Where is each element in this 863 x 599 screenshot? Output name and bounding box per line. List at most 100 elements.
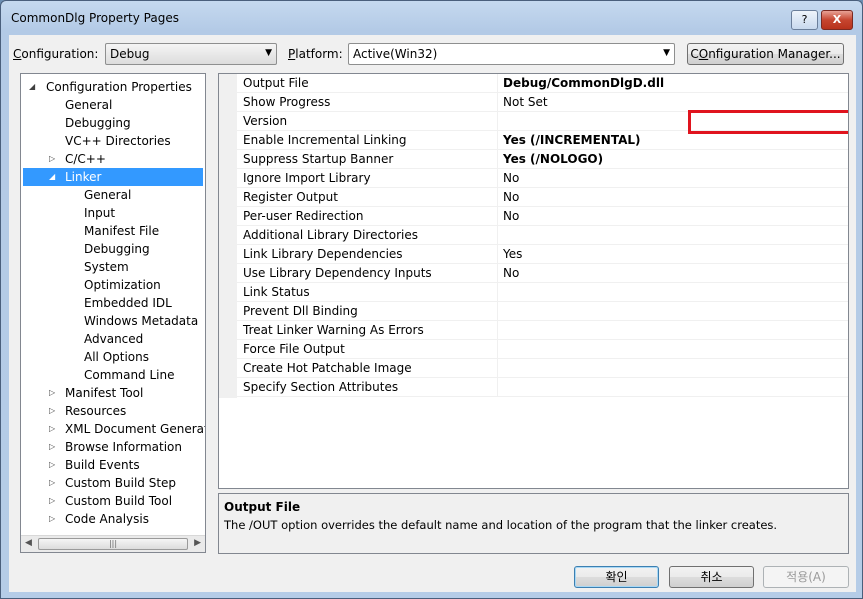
tree-item-label: Advanced [84, 332, 144, 346]
property-value[interactable]: No [503, 266, 519, 280]
expand-icon[interactable]: ▷ [49, 402, 55, 420]
property-row[interactable]: Prevent Dll Binding [237, 302, 848, 321]
property-grid[interactable]: Output File Debug/CommonDlgD.dll Show Prog… [218, 73, 849, 489]
tree-item-label: Configuration Properties [46, 80, 192, 94]
tree-item-label: General [84, 188, 132, 202]
tree-item-linker-all-options[interactable]: All Options [84, 348, 149, 366]
window-title: CommonDlg Property Pages [11, 11, 179, 25]
scrollbar-thumb[interactable]: ||| [38, 538, 188, 550]
title-bar[interactable]: CommonDlg Property Pages ? X [1, 1, 862, 35]
property-row[interactable]: Output File Debug/CommonDlgD.dll [237, 74, 848, 93]
tree-item-linker-windows-metadata[interactable]: Windows Metadata [84, 312, 198, 330]
property-value[interactable]: Yes [503, 247, 522, 261]
property-row[interactable]: Specify Section Attributes [237, 378, 848, 397]
tree-item-vc-directories[interactable]: VC++ Directories [65, 132, 171, 150]
platform-label: Platform: [288, 47, 343, 61]
scroll-left-icon[interactable]: ◀ [25, 538, 32, 548]
cancel-button[interactable]: 취소 [669, 566, 754, 588]
column-divider [497, 112, 498, 131]
property-row[interactable]: Suppress Startup Banner Yes (/NOLOGO) [237, 150, 848, 169]
tree-item-label: Optimization [84, 278, 161, 292]
tree-item-debugging[interactable]: Debugging [65, 114, 131, 132]
expand-icon[interactable]: ▷ [49, 510, 55, 528]
property-row[interactable]: Use Library Dependency Inputs No [237, 264, 848, 283]
property-row[interactable]: Create Hot Patchable Image [237, 359, 848, 378]
expand-icon[interactable]: ▷ [49, 438, 55, 456]
collapse-icon[interactable]: ◢ [29, 78, 35, 96]
tree-item-linker-system[interactable]: System [84, 258, 129, 276]
property-value[interactable]: Yes (/INCREMENTAL) [503, 133, 641, 147]
property-value[interactable]: No [503, 171, 519, 185]
description-panel: Output File The /OUT option overrides th… [218, 493, 849, 554]
dialog-client-area: Configuration: Debug ▼ Platform: Active(… [9, 35, 856, 592]
tree-item-linker-optimization[interactable]: Optimization [84, 276, 161, 294]
property-row[interactable]: Link Status [237, 283, 848, 302]
tree-item-linker-input[interactable]: Input [84, 204, 115, 222]
tree-item-linker-general[interactable]: General [84, 186, 131, 204]
configuration-label-text: onfiguration: [21, 47, 99, 61]
property-name: Register Output [243, 190, 338, 204]
apply-button[interactable]: 적용(A) [763, 566, 849, 588]
property-value[interactable]: Not Set [503, 95, 548, 109]
output-file-highlight [688, 110, 848, 134]
property-name: Prevent Dll Binding [243, 304, 358, 318]
tree-item-label: Linker [65, 170, 102, 184]
tree-item-linker[interactable]: ◢ Linker [23, 168, 203, 186]
tree-item-linker-command-line[interactable]: Command Line [84, 366, 175, 384]
column-divider [497, 321, 498, 340]
expand-icon[interactable]: ▷ [49, 384, 55, 402]
tree-item-linker-manifest-file[interactable]: Manifest File [84, 222, 159, 240]
tree-item-linker-embedded-idl[interactable]: Embedded IDL [84, 294, 172, 312]
property-row[interactable]: Ignore Import Library No [237, 169, 848, 188]
property-value[interactable]: No [503, 190, 519, 204]
collapse-icon[interactable]: ◢ [49, 168, 55, 186]
help-button[interactable]: ? [791, 10, 818, 30]
property-row[interactable]: Register Output No [237, 188, 848, 207]
property-name: Output File [243, 76, 309, 90]
property-row[interactable]: Link Library Dependencies Yes [237, 245, 848, 264]
chevron-down-icon: ▼ [663, 48, 670, 58]
tree-item-label: Manifest File [84, 224, 160, 238]
config-manager-label-pre: C [690, 47, 699, 61]
column-divider [497, 74, 498, 93]
property-tree[interactable]: ◢ Configuration Properties General Debugg… [20, 73, 206, 553]
property-value[interactable]: Debug/CommonDlgD.dll [503, 76, 664, 90]
description-text: The /OUT option overrides the default na… [224, 518, 778, 532]
property-row[interactable]: Additional Library Directories [237, 226, 848, 245]
property-row[interactable]: Per-user Redirection No [237, 207, 848, 226]
property-name: Force File Output [243, 342, 345, 356]
tree-item-linker-advanced[interactable]: Advanced [84, 330, 143, 348]
property-name: Specify Section Attributes [243, 380, 399, 394]
description-title: Output File [224, 500, 301, 514]
tree-horizontal-scrollbar[interactable]: ◀ ||| ▶ [21, 535, 205, 552]
property-value[interactable]: Yes (/NOLOGO) [503, 152, 603, 166]
platform-dropdown[interactable]: Active(Win32) ▼ [348, 43, 675, 65]
property-name: Enable Incremental Linking [243, 133, 407, 147]
ok-button[interactable]: 확인 [574, 566, 659, 588]
property-value[interactable]: No [503, 209, 519, 223]
expand-icon[interactable]: ▷ [49, 492, 55, 510]
expand-icon[interactable]: ▷ [49, 474, 55, 492]
column-divider [497, 226, 498, 245]
chevron-down-icon: ▼ [265, 48, 272, 58]
property-name: Ignore Import Library [243, 171, 371, 185]
tree-item-label: Custom Build Tool [65, 494, 173, 508]
tree-item-label: Input [84, 206, 116, 220]
close-button[interactable]: X [821, 10, 853, 30]
expand-icon[interactable]: ▷ [49, 456, 55, 474]
column-divider [497, 359, 498, 378]
column-divider [497, 207, 498, 226]
scroll-right-icon[interactable]: ▶ [194, 538, 201, 548]
column-divider [497, 131, 498, 150]
column-divider [497, 264, 498, 283]
property-row[interactable]: Force File Output [237, 340, 848, 359]
expand-icon[interactable]: ▷ [49, 420, 55, 438]
tree-item-linker-debugging[interactable]: Debugging [84, 240, 150, 258]
tree-item-label: Command Line [84, 368, 175, 382]
tree-item-general[interactable]: General [65, 96, 112, 114]
property-row[interactable]: Treat Linker Warning As Errors [237, 321, 848, 340]
expand-icon[interactable]: ▷ [49, 150, 55, 168]
configuration-manager-button[interactable]: COnfiguration Manager... [687, 43, 844, 65]
configuration-dropdown[interactable]: Debug ▼ [105, 43, 277, 65]
tree-item-label: All Options [84, 350, 149, 364]
